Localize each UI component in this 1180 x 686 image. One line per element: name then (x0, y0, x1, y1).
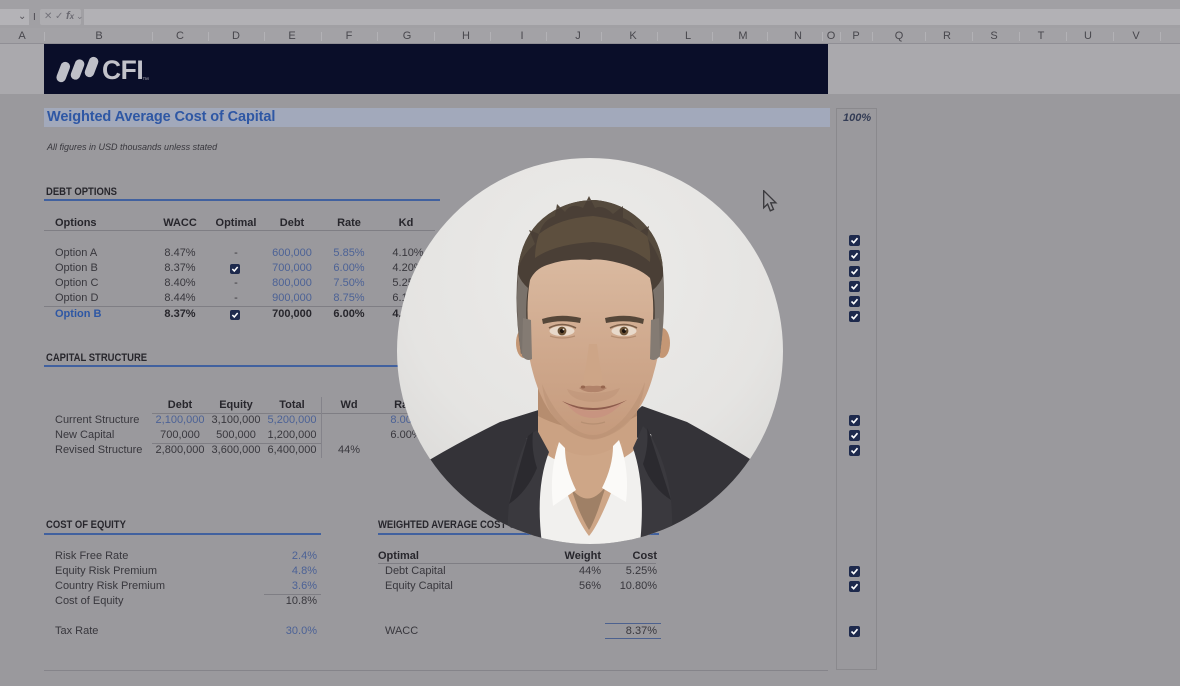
svg-text:CFI: CFI (102, 55, 143, 85)
svg-text:™: ™ (142, 77, 149, 84)
